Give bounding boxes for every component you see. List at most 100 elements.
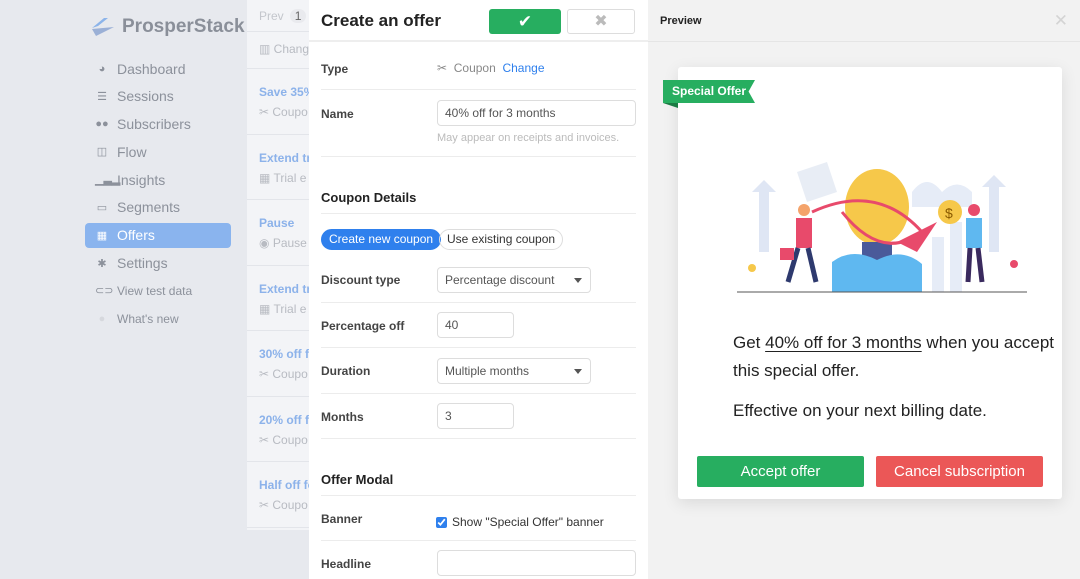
pagination: Prev 1	[247, 0, 309, 32]
list-item-sub: ✂ Coupo	[259, 367, 308, 381]
save-button[interactable]: ✔	[489, 9, 561, 34]
list-item-title: Save 35%	[259, 85, 309, 99]
headline-label: Headline	[321, 557, 372, 571]
list-item-sub: ▥ Chang	[259, 42, 309, 56]
list-item-sub: ✂ Coupo	[259, 432, 308, 447]
scissors-icon: ✂	[259, 367, 273, 381]
scissors-icon: ✂	[259, 498, 273, 512]
list-item-title: Extend tri	[259, 281, 309, 296]
banner-checkbox-label[interactable]: Show "Special Offer" banner	[436, 515, 604, 529]
divider	[321, 213, 636, 214]
offer-text-highlight: 40% off for 3 months	[765, 333, 922, 352]
banner-label: Banner	[321, 512, 363, 526]
offer-text: Get 40% off for 3 months when you accept…	[733, 329, 1073, 385]
sidebar-item-settings[interactable]: ✱ Settings	[85, 251, 231, 276]
list-item-sub-text: Trial e	[273, 170, 307, 185]
whats-new-label: What's new	[117, 311, 179, 326]
offer-modal-preview: $ Get 40% off for 3 months when you acce…	[678, 67, 1062, 499]
list-item[interactable]: ▥ Chang	[247, 32, 309, 69]
discount-type-label: Discount type	[321, 273, 401, 287]
whats-new-link[interactable]: ● What's new	[85, 306, 231, 331]
scissors-icon: ✂	[259, 432, 273, 447]
logo[interactable]: ProsperStack	[90, 16, 245, 38]
map-icon: ▥	[259, 42, 274, 56]
create-new-coupon-toggle[interactable]: Create new coupon	[321, 229, 442, 250]
sidebar-item-offers[interactable]: ▦ Offers	[85, 222, 231, 248]
sidebar-item-label: Insights	[117, 171, 166, 188]
close-icon: ✖	[594, 13, 608, 30]
prev-button[interactable]: Prev	[259, 9, 284, 23]
divider	[321, 156, 636, 157]
sidebar-item-label: Subscribers	[117, 116, 191, 133]
list-item-sub-text: Chang	[273, 42, 309, 56]
list-item-sub: ▦ Trial e	[259, 302, 306, 316]
type-value-text: Coupon	[453, 61, 496, 75]
offer-modal-heading: Offer Modal	[321, 472, 394, 487]
discount-type-value: Percentage discount	[445, 273, 555, 287]
id-card-icon: ▭	[96, 201, 108, 214]
sidebar-item-sessions[interactable]: ☰ Sessions	[85, 84, 231, 109]
list-item-sub-text: Coupo	[272, 498, 308, 512]
duration-select[interactable]: Multiple months	[437, 358, 591, 384]
view-test-data-toggle[interactable]: ⊂⊃ View test data	[85, 278, 231, 303]
headline-input[interactable]	[437, 550, 636, 576]
list-item[interactable]: Extend tri ▦ Trial e	[247, 135, 309, 200]
list-item[interactable]: 20% off fo ✂ Coupo	[247, 397, 309, 462]
use-existing-coupon-toggle[interactable]: Use existing coupon	[439, 229, 564, 250]
percentage-off-input[interactable]: 40	[437, 312, 514, 338]
pie-chart-icon: ◕	[98, 62, 106, 75]
accept-offer-button[interactable]: Accept offer	[697, 456, 864, 487]
check-icon: ✔	[517, 12, 533, 31]
name-input[interactable]: 40% off for 3 months	[437, 100, 636, 126]
list-item-sub-text: Coupo	[272, 105, 308, 119]
sidebar-item-label: Sessions	[117, 88, 174, 105]
list-item[interactable]: Half off fo ✂ Coupo	[247, 462, 309, 528]
calendar-icon: ▦	[259, 170, 274, 185]
discount-type-select[interactable]: Percentage discount	[437, 267, 591, 293]
list-item[interactable]: Save 35% ✂ Coupo	[247, 69, 309, 135]
divider	[321, 302, 636, 303]
change-type-link[interactable]: Change	[502, 61, 544, 75]
pause-icon: ◉	[259, 236, 273, 250]
list-item[interactable]: Extend tri ▦ Trial e	[247, 266, 309, 331]
months-label: Months	[321, 410, 364, 424]
duration-value: Multiple months	[445, 364, 530, 378]
page-title: Create an offer	[321, 11, 441, 30]
sidebar-item-insights[interactable]: ▁▃▂ Insights	[85, 167, 231, 192]
offers-list: Prev 1 ▥ Chang Save 35% ✂ Coupo Extend tri…	[247, 0, 309, 530]
effective-date-text: Effective on your next billing date.	[733, 401, 987, 420]
cancel-button[interactable]: ✖	[567, 9, 635, 34]
gift-icon: ▦	[96, 229, 108, 242]
users-icon: ●●	[95, 118, 109, 131]
sidebar-item-flow[interactable]: ◫ Flow	[85, 139, 231, 164]
divider	[321, 495, 636, 496]
divider	[321, 393, 636, 394]
banner-checkbox-text: Show "Special Offer" banner	[452, 515, 604, 529]
sidebar-item-subscribers[interactable]: ●● Subscribers	[85, 112, 231, 137]
create-offer-form: Create an offer ✔ ✖ Type ✂ Coupon Change…	[309, 0, 648, 579]
page-1-button[interactable]: 1	[289, 9, 307, 23]
list-item-sub-text: Coupo	[272, 367, 308, 381]
months-input[interactable]: 3	[437, 403, 514, 429]
list-item[interactable]: Pause ◉ Pause	[247, 200, 309, 266]
list-item-sub: ▦ Trial e	[259, 170, 306, 185]
name-help-text: May appear on receipts and invoices.	[437, 132, 620, 144]
divider	[321, 540, 636, 541]
list-item-title: Pause	[259, 216, 295, 230]
bar-chart-icon: ▁▃▂	[95, 174, 121, 187]
gear-icon: ✱	[97, 257, 107, 270]
sidebar-item-label: Segments	[117, 199, 181, 216]
close-preview-icon[interactable]: ✕	[1054, 11, 1068, 31]
preview-header: Preview ✕	[648, 0, 1080, 42]
preview-panel: Preview ✕ $ Get 40% off for 3 months when…	[648, 0, 1080, 579]
list-item-sub: ✂ Coupo	[259, 498, 308, 512]
list-item[interactable]: 30% off fo ✂ Coupo	[247, 331, 309, 397]
offer-illustration: $	[737, 162, 1027, 293]
cancel-subscription-button[interactable]: Cancel subscription	[876, 456, 1043, 487]
banner-checkbox[interactable]	[436, 516, 447, 528]
sidebar-item-dashboard[interactable]: ◕ Dashboard	[85, 56, 231, 81]
coupon-details-heading: Coupon Details	[321, 190, 417, 205]
sidebar-item-segments[interactable]: ▭ Segments	[85, 195, 231, 220]
prosperstack-logo-icon	[92, 18, 114, 36]
scissors-icon: ✂	[437, 61, 448, 75]
